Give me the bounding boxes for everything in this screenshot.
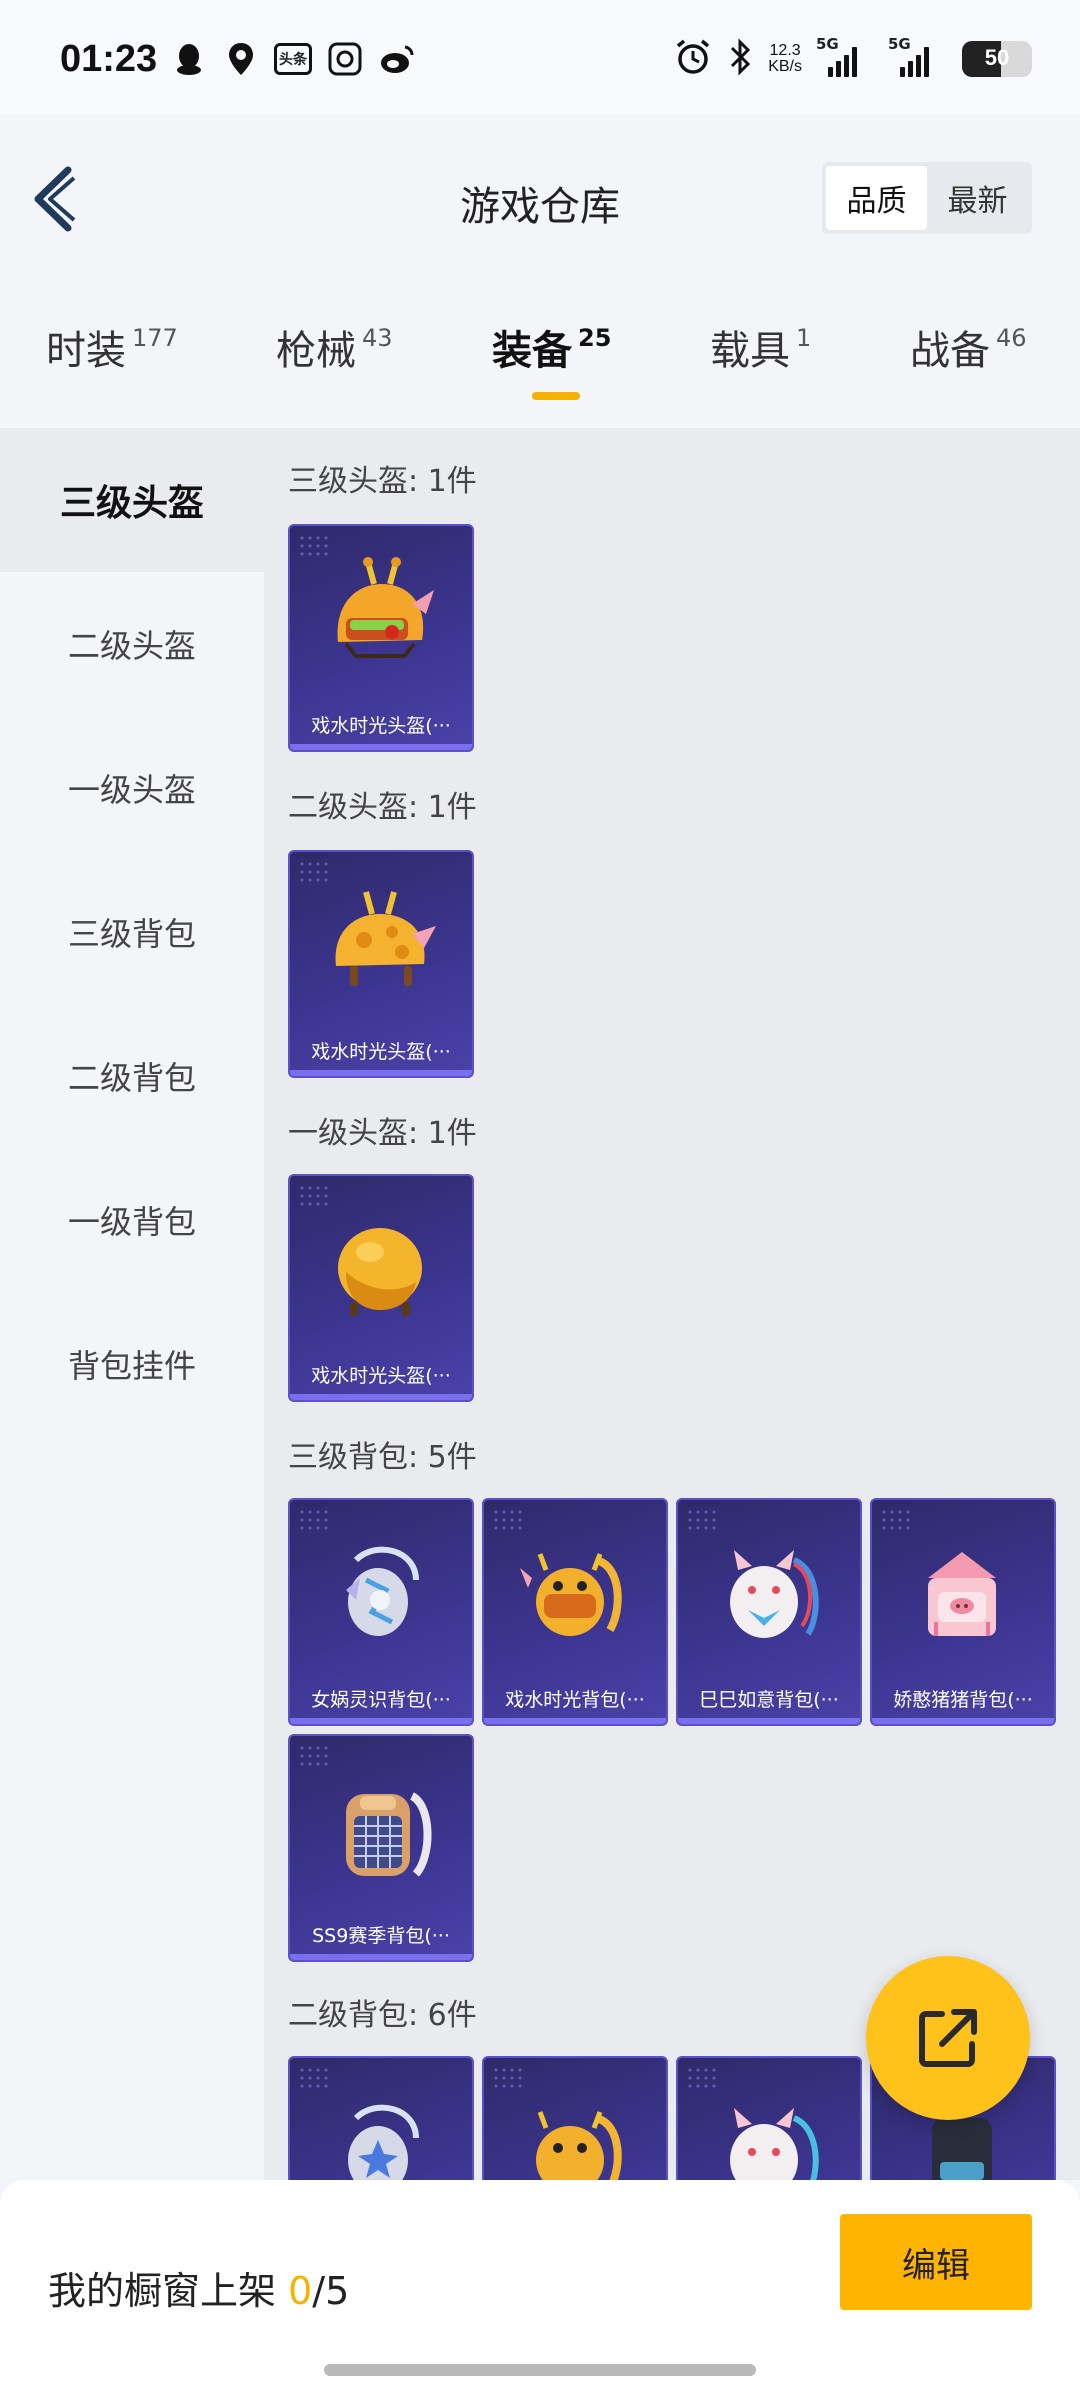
item-card[interactable]: 戏水时光头盔(··· (288, 524, 474, 752)
sort-option-quality[interactable]: 品质 (826, 166, 927, 230)
backpack-icon (678, 1520, 860, 1670)
section-title: 三级背包: 5件 (288, 1440, 477, 1475)
tab-weapons[interactable]: 枪械 43 (276, 318, 393, 376)
item-name: SS9赛季背包(··· (312, 1925, 450, 1947)
share-fab-button[interactable] (866, 1956, 1030, 2120)
home-indicator[interactable] (324, 2364, 756, 2376)
backpack-icon (484, 1520, 666, 1670)
sidebar-item-level1-backpack[interactable]: 一级背包 (0, 1148, 264, 1292)
item-name: 巳巳如意背包(··· (699, 1689, 839, 1711)
sort-toggle: 品质 最新 (822, 162, 1032, 234)
item-card[interactable]: 女娲灵识背包(··· (288, 1498, 474, 1726)
signal-icon-2: 5G (888, 35, 946, 77)
section-title: 三级头盔: 1件 (288, 464, 477, 499)
helmet-icon (290, 1196, 472, 1346)
sort-option-newest[interactable]: 最新 (927, 166, 1028, 230)
item-card[interactable]: 娇憨猪猪背包(··· (870, 1498, 1056, 1726)
subcategory-sidebar: 三级头盔 二级头盔 一级头盔 三级背包 二级背包 一级背包 背包挂件 (0, 428, 264, 2178)
page-header: 游戏仓库 品质 最新 (0, 114, 1080, 270)
showcase-count: 0 (288, 2269, 313, 2313)
helmet-icon (290, 872, 472, 1022)
backpack-icon (290, 1520, 472, 1670)
external-link-icon (919, 2009, 977, 2067)
signal-icon: 5G (816, 35, 874, 77)
item-card[interactable]: 戏水时光背包(··· (482, 1498, 668, 1726)
tab-supplies[interactable]: 战备 46 (910, 318, 1027, 376)
tab-vehicles[interactable]: 载具 1 (710, 318, 811, 376)
category-tabs: 时装 177 枪械 43 装备 25 载具 1 战备 46 (0, 270, 1080, 428)
weibo-icon (378, 40, 416, 78)
section-title: 二级背包: 6件 (288, 1998, 477, 2033)
du-app-icon (326, 40, 364, 78)
sidebar-item-level1-helmet[interactable]: 一级头盔 (0, 716, 264, 860)
item-card[interactable] (676, 2056, 862, 2180)
system-icons: 12.3 KB/s 5G 5G 50 (674, 35, 1032, 80)
edit-button[interactable]: 编辑 (840, 2214, 1032, 2310)
item-card[interactable] (288, 2056, 474, 2180)
bluetooth-icon (728, 38, 752, 80)
backpack-icon (872, 1520, 1054, 1670)
item-card[interactable]: 戏水时光头盔(··· (288, 1174, 474, 1402)
alarm-icon (674, 38, 712, 80)
status-time: 01:23 (60, 38, 158, 80)
sidebar-item-level2-backpack[interactable]: 二级背包 (0, 1004, 264, 1148)
showcase-count-label: 我的橱窗上架 0/5 (48, 2269, 350, 2313)
location-pin-icon (222, 40, 260, 78)
sidebar-item-backpack-charm[interactable]: 背包挂件 (0, 1292, 264, 1436)
item-name: 娇憨猪猪背包(··· (893, 1689, 1033, 1711)
qq-icon (170, 40, 208, 78)
backpack-icon (678, 2078, 860, 2180)
active-tab-indicator (532, 392, 580, 400)
toutiao-icon: 头条 (274, 43, 312, 75)
battery-icon: 50 (962, 41, 1032, 77)
item-name: 戏水时光背包(··· (505, 1689, 645, 1711)
item-name: 女娲灵识背包(··· (311, 1689, 451, 1711)
status-bar: 01:23 头条 12.3 KB/s 5G 5G 50 (0, 0, 1080, 114)
section-title: 一级头盔: 1件 (288, 1116, 477, 1151)
item-card[interactable]: 巳巳如意背包(··· (676, 1498, 862, 1726)
sidebar-item-level3-helmet[interactable]: 三级头盔 (0, 428, 264, 572)
backpack-icon (484, 2078, 666, 2180)
sidebar-item-level2-helmet[interactable]: 二级头盔 (0, 572, 264, 716)
item-card[interactable]: SS9赛季背包(··· (288, 1734, 474, 1962)
tab-equipment[interactable]: 装备 25 (492, 318, 611, 376)
net-speed: 12.3 KB/s (768, 42, 802, 75)
item-name: 戏水时光头盔(··· (311, 1365, 451, 1387)
backpack-icon (290, 2078, 472, 2180)
item-name: 戏水时光头盔(··· (311, 715, 451, 737)
item-card[interactable]: 戏水时光头盔(··· (288, 850, 474, 1078)
helmet-icon (290, 546, 472, 696)
item-card[interactable] (482, 2056, 668, 2180)
item-name: 戏水时光头盔(··· (311, 1041, 451, 1063)
notification-icons: 头条 (170, 40, 416, 78)
section-title: 二级头盔: 1件 (288, 790, 477, 825)
backpack-icon (290, 1756, 472, 1906)
item-grid: 三级头盔: 1件 戏水时光头盔(··· 二级头盔: 1件 戏水时光头盔(··· … (264, 428, 1080, 2180)
sidebar-item-level3-backpack[interactable]: 三级背包 (0, 860, 264, 1004)
tab-outfits[interactable]: 时装 177 (46, 318, 178, 376)
